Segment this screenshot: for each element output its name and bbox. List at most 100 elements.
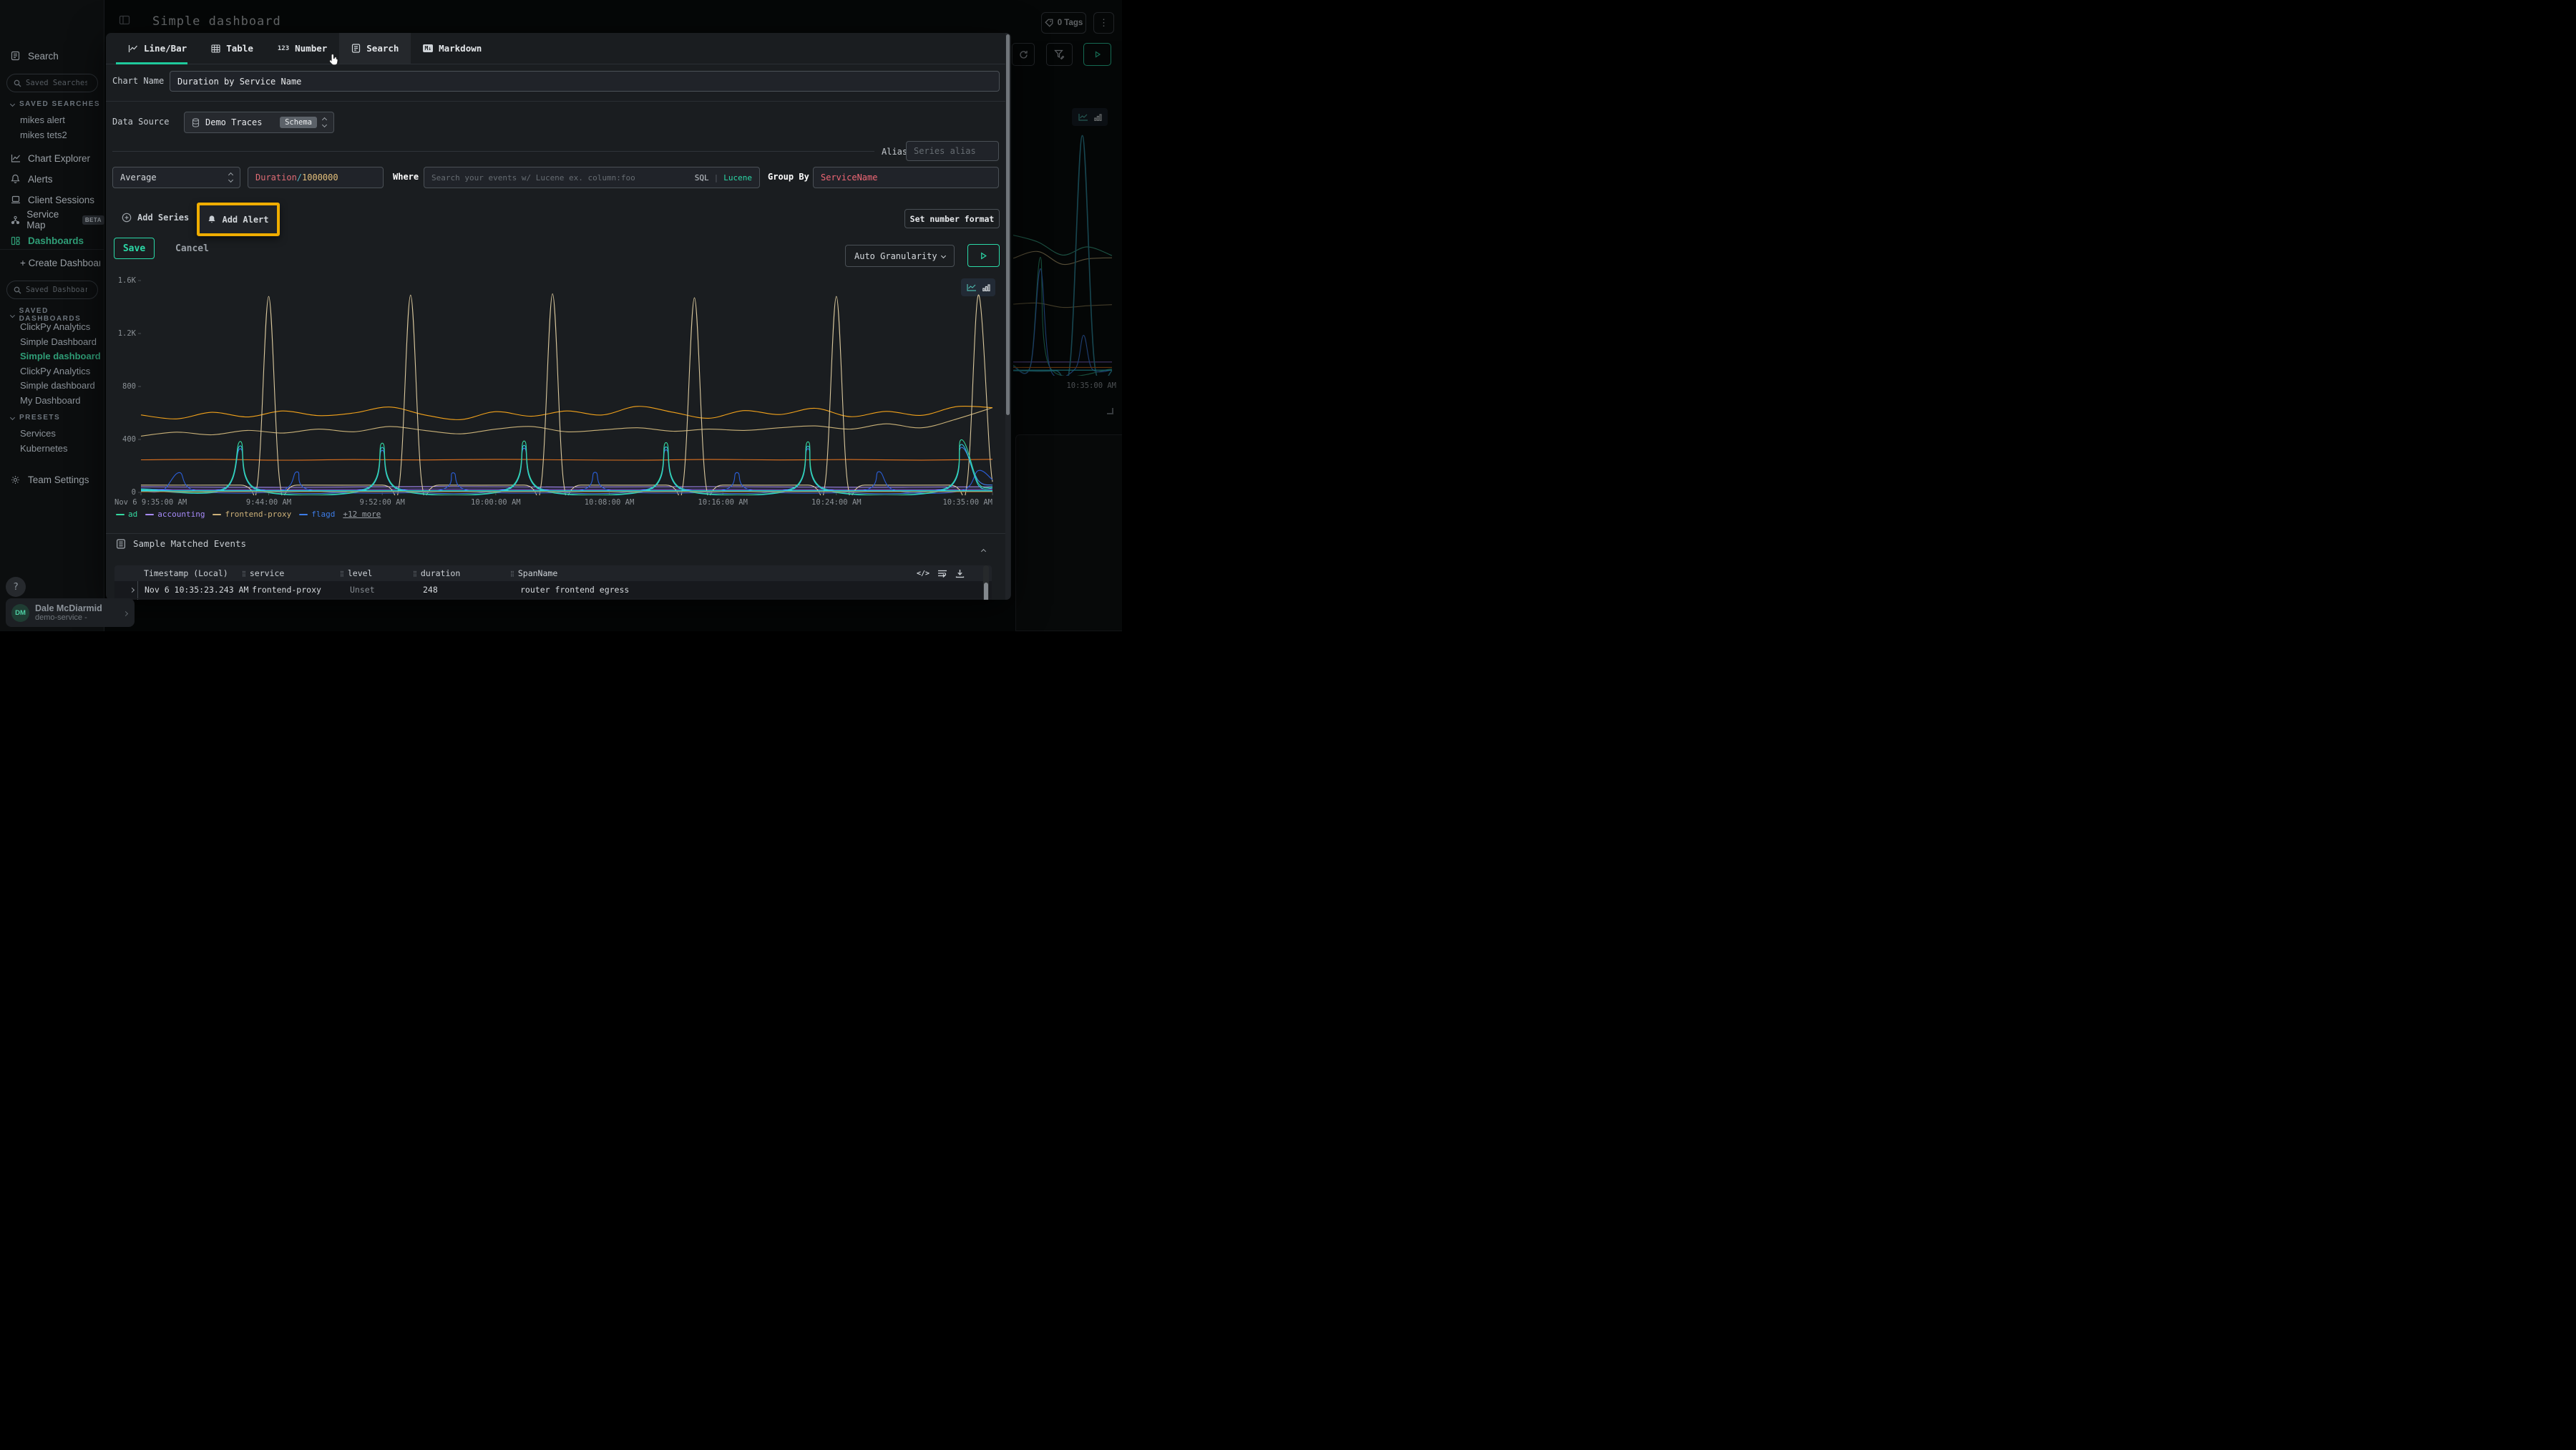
- data-source-label: Data Source: [112, 117, 169, 127]
- app-root: HyperDX Simple dashboard 0 Tags ⋮ 10:35:…: [0, 0, 1122, 631]
- alias-field: [914, 146, 991, 156]
- saved-searches-input[interactable]: [26, 79, 87, 87]
- add-series-button[interactable]: Add Series: [122, 213, 189, 223]
- table-scrollbar[interactable]: [983, 565, 989, 600]
- set-number-format-button[interactable]: Set number format: [904, 209, 1000, 228]
- dashboard-link[interactable]: My Dashboard: [20, 395, 100, 406]
- sidebar-item-dashboards[interactable]: Dashboards: [0, 232, 104, 249]
- sidebar-item-chart-explorer[interactable]: Chart Explorer: [0, 150, 104, 167]
- preset-link[interactable]: Kubernetes: [20, 443, 100, 454]
- tab-search[interactable]: Search: [339, 33, 411, 64]
- aggregation-select[interactable]: Average: [112, 167, 240, 188]
- chart-type-tabs: Line/Bar Table 123 Number Search M↓ Ma: [106, 33, 1006, 64]
- x-tick-label: Nov 6 9:35:00 AM: [114, 498, 187, 507]
- saved-searches-search[interactable]: [6, 74, 98, 92]
- sample-events-header[interactable]: Sample Matched Events: [116, 538, 246, 549]
- presets-header[interactable]: PRESETS: [11, 414, 60, 422]
- granularity-select[interactable]: Auto Granularity: [845, 245, 955, 267]
- expand-row-icon[interactable]: [130, 581, 134, 598]
- modal-scrollbar[interactable]: [1005, 33, 1010, 600]
- tab-line-bar[interactable]: Line/Bar: [116, 33, 199, 64]
- active-tab-underline: [116, 62, 187, 64]
- saved-dashboards-input[interactable]: [26, 286, 87, 294]
- x-tick-label: 10:24:00 AM: [811, 498, 862, 507]
- dashboard-link[interactable]: Simple dashboard: [20, 380, 100, 391]
- edit-chart-modal: Line/Bar Table 123 Number Search M↓ Ma: [106, 33, 1011, 600]
- chevron-down-icon: [941, 253, 946, 258]
- saved-search-link[interactable]: mikes tets2: [20, 130, 100, 140]
- code-view-icon[interactable]: </>: [917, 570, 930, 578]
- markdown-icon: M↓: [423, 44, 433, 52]
- table-row[interactable]: Nov 6 10:35:23.243 AM frontend-proxy Uns…: [114, 581, 992, 598]
- saved-search-link[interactable]: mikes alert: [20, 115, 100, 125]
- chart-area[interactable]: 04008001.2K1.6K Nov 6 9:35:00 AM9:44:00 …: [114, 273, 1000, 497]
- dashboard-link-active[interactable]: Simple dashboard: [20, 351, 100, 361]
- add-alert-highlight: Add Alert: [197, 203, 280, 236]
- legend-item[interactable]: ad: [116, 510, 137, 519]
- wrap-lines-icon[interactable]: [937, 570, 947, 578]
- dashboard-link[interactable]: ClickPy Analytics: [20, 321, 100, 332]
- user-subtitle: demo-service -: [35, 613, 102, 622]
- chevron-right-icon: [124, 606, 127, 619]
- sidebar-item-service-map[interactable]: Service Map BETA: [0, 211, 104, 228]
- service-map-icon: [11, 215, 20, 225]
- col-timestamp[interactable]: Timestamp (Local): [144, 565, 228, 581]
- col-duration[interactable]: ⣿duration: [413, 565, 460, 581]
- y-tick-label: 1.6K: [112, 276, 136, 285]
- table-row[interactable]: Nov 6 10:35:23.243 AM frontend-proxy Uns…: [114, 599, 992, 600]
- user-menu[interactable]: DM Dale McDiarmid demo-service -: [6, 598, 135, 627]
- lucene-toggle[interactable]: Lucene: [723, 173, 752, 183]
- field-expression-input[interactable]: Duration/1000000: [248, 167, 384, 188]
- data-source-select[interactable]: Demo Traces Schema: [184, 112, 334, 133]
- legend-item[interactable]: flagd: [299, 510, 335, 519]
- create-dashboard-button[interactable]: + Create Dashboard: [20, 258, 100, 268]
- col-level[interactable]: ⣿level: [340, 565, 372, 581]
- where-label: Where: [393, 172, 419, 182]
- saved-searches-header[interactable]: SAVED SEARCHES: [11, 100, 100, 108]
- alias-input[interactable]: [906, 141, 999, 161]
- legend-item[interactable]: frontend-proxy: [213, 510, 291, 519]
- x-tick-label: 10:16:00 AM: [698, 498, 748, 507]
- x-tick-label: 10:00:00 AM: [471, 498, 521, 507]
- legend-item[interactable]: accounting: [145, 510, 205, 519]
- group-by-input[interactable]: ServiceName: [813, 167, 999, 188]
- add-alert-button[interactable]: Add Alert: [208, 215, 268, 225]
- search-doc-icon: [11, 51, 21, 61]
- where-input[interactable]: SQL | Lucene: [424, 167, 760, 188]
- chart-name-label: Chart Name: [112, 76, 164, 86]
- divider: [106, 533, 1006, 534]
- avatar: DM: [11, 604, 29, 622]
- select-chevrons-icon: [323, 118, 326, 127]
- download-icon[interactable]: [955, 569, 965, 578]
- query-language-toggle: SQL | Lucene: [695, 173, 752, 183]
- x-tick-label: 10:35:00 AM: [942, 498, 992, 507]
- sidebar-item-alerts[interactable]: Alerts: [0, 170, 104, 188]
- save-button[interactable]: Save: [114, 238, 155, 259]
- divider: [0, 249, 104, 250]
- preset-link[interactable]: Services: [20, 428, 100, 439]
- tab-markdown[interactable]: M↓ Markdown: [411, 33, 494, 64]
- col-span-name[interactable]: ⣿SpanName: [510, 565, 557, 581]
- help-button[interactable]: ?: [6, 577, 26, 597]
- cancel-button[interactable]: Cancel: [175, 243, 209, 254]
- sidebar-item-team-settings[interactable]: Team Settings: [0, 471, 104, 488]
- chart-name-input[interactable]: [170, 71, 1000, 92]
- col-service[interactable]: ⣿service: [242, 565, 284, 581]
- legend-more-button[interactable]: +12 more: [343, 510, 381, 519]
- run-query-button[interactable]: [967, 244, 1000, 267]
- sql-toggle[interactable]: SQL: [695, 173, 709, 183]
- sidebar-item-client-sessions[interactable]: Client Sessions: [0, 191, 104, 208]
- saved-dashboards-search[interactable]: [6, 281, 98, 299]
- select-chevrons-icon: [229, 173, 233, 182]
- saved-dashboards-header[interactable]: SAVED DASHBOARDS: [11, 307, 104, 323]
- duration-by-service-chart: [114, 273, 1000, 495]
- bell-icon: [208, 215, 216, 224]
- sidebar-item-search[interactable]: Search: [0, 47, 104, 64]
- drag-handle-icon: ⣿: [510, 570, 514, 577]
- tab-table[interactable]: Table: [199, 33, 265, 64]
- collapse-section-icon[interactable]: [982, 542, 985, 556]
- dashboard-link[interactable]: ClickPy Analytics: [20, 366, 100, 376]
- chevron-down-icon: [10, 313, 15, 318]
- dashboard-link[interactable]: Simple Dashboard: [20, 336, 100, 347]
- bell-icon: [11, 174, 21, 184]
